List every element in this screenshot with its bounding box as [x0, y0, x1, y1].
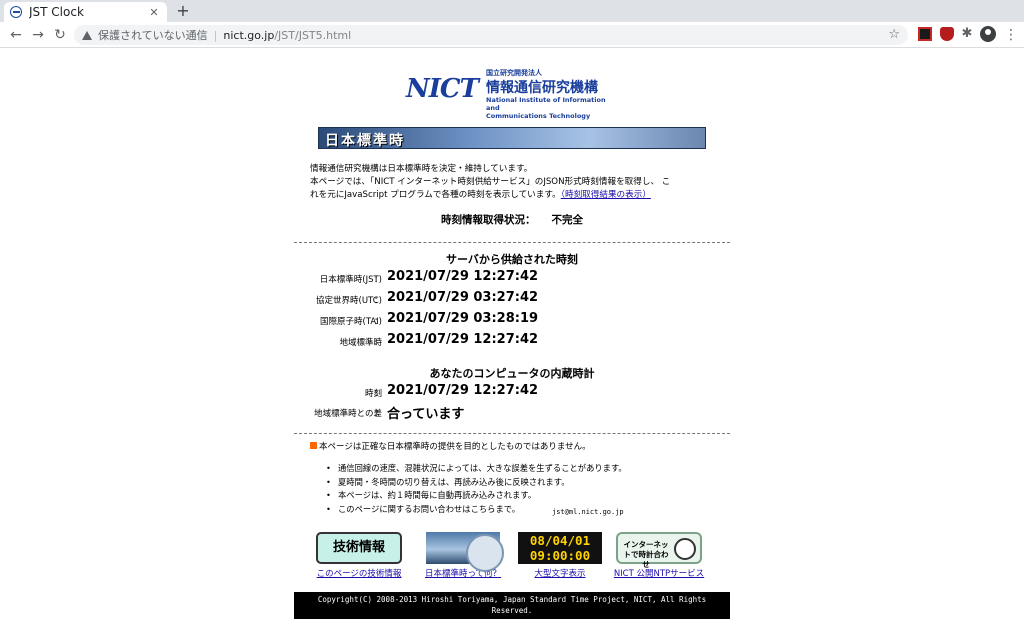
forward-button[interactable]: → [28, 25, 48, 45]
reload-button[interactable]: ↻ [50, 25, 70, 45]
what-is-jst-caption[interactable]: 日本標準時って何？ [415, 567, 511, 579]
utc-value: 2021/07/29 03:27:42 [387, 290, 539, 305]
local-standard-row: 地域標準時 ： 2021/07/29 12:27:42 [339, 332, 539, 348]
tech-info-caption[interactable]: このページの技術情報 [311, 567, 407, 579]
server-time-title: サーバから供給された時刻 [446, 253, 578, 266]
large-display-link[interactable]: 08/04/01 09:00:00 大型文字表示 [512, 532, 608, 579]
fetch-status-label: 時刻情報取得状況： [441, 214, 536, 226]
bookmark-star-icon[interactable]: ☆ [888, 25, 900, 45]
ntp-image[interactable]: インターネットで時計合わせ [616, 532, 702, 569]
large-display-caption[interactable]: 大型文字表示 [512, 567, 608, 579]
nict-logo: NICT 国立研究開発法人 情報通信研究機構 National Institut… [406, 68, 616, 120]
close-tab-icon[interactable]: ✕ [147, 6, 161, 19]
jst-value: 2021/07/29 12:27:42 [387, 269, 539, 284]
tai-row: 国際原子時(TAI) ： 2021/07/29 03:28:19 [320, 311, 539, 327]
logo-org-name: 情報通信研究機構 [486, 80, 598, 96]
tab-strip: JST Clock ✕ + [0, 0, 1024, 22]
offset-value: 合っています [387, 407, 465, 422]
logo-org-english: National Institute of Information and Co… [486, 96, 606, 120]
utc-row: 協定世界時(UTC) ： 2021/07/29 03:27:42 [316, 290, 539, 306]
divider [294, 433, 730, 434]
page-title: 日本標準時 [325, 133, 405, 149]
copyright-footer: Copyright(C) 2008-2013 Hiroshi Toriyama,… [294, 592, 730, 619]
computer-clock-title: あなたのコンピュータの内蔵時計 [429, 367, 595, 380]
fetch-result-link[interactable]: （時刻取得結果の表示） [561, 190, 651, 200]
local-standard-value: 2021/07/29 12:27:42 [387, 332, 539, 347]
security-label[interactable]: 保護されていない通信 [98, 27, 208, 43]
list-item: 通信回線の速度、混雑状況によっては、大きな誤差を生ずることがあります。 [324, 462, 627, 476]
what-is-jst-link[interactable]: 日本標準時って何？ [415, 532, 511, 579]
fetch-status-value: 不完全 [551, 214, 584, 226]
browser-menu-icon[interactable]: ⋮ [1004, 25, 1018, 45]
new-tab-button[interactable]: + [174, 2, 192, 20]
back-button[interactable]: ← [6, 25, 26, 45]
logo-mark: NICT [406, 74, 479, 104]
extension-1-icon[interactable] [918, 27, 932, 41]
tech-info-link[interactable]: 技術情報 このページの技術情報 [311, 532, 407, 579]
tech-info-image[interactable]: 技術情報 [316, 532, 402, 564]
disclaimer: 本ページは正確な日本標準時の提供を目的としたものではありません。 [310, 440, 591, 452]
url-path: /JST/JST5.html [274, 28, 352, 42]
fetch-status: 時刻情報取得状況： 不完全 [294, 212, 730, 227]
list-item: 本ページは、約１時間毎に自動再読み込みされます。 [324, 489, 627, 503]
ntp-service-link[interactable]: インターネットで時計合わせ NICT 公開NTPサービス [611, 532, 707, 579]
tab-jst-clock[interactable]: JST Clock ✕ [4, 2, 167, 22]
title-banner: 日本標準時 [318, 127, 706, 149]
page-content: NICT 国立研究開発法人 情報通信研究機構 National Institut… [294, 48, 730, 640]
list-item: 夏時間・冬時間の切り替えは、再読み込み後に反映されます。 [324, 476, 627, 490]
url-host: nict.go.jp [223, 28, 275, 42]
contact-email: jst@ml.nict.go.jp [552, 508, 624, 516]
address-separator: | [213, 28, 218, 42]
tab-title: JST Clock [29, 5, 84, 19]
computer-time-row: 時刻 ： 2021/07/29 12:27:42 [364, 383, 539, 399]
tai-value: 2021/07/29 03:28:19 [387, 311, 539, 326]
divider [294, 242, 730, 243]
ntp-service-caption[interactable]: NICT 公開NTPサービス [611, 567, 707, 579]
ublock-shield-icon[interactable] [940, 27, 954, 41]
extensions-puzzle-icon[interactable]: ✱ [960, 27, 974, 41]
clock-icon [674, 538, 696, 560]
clock-photo-image[interactable] [426, 532, 504, 572]
intro-text: 情報通信研究機構は日本標準時を決定・維持しています。 本ページでは、「NICT … [310, 164, 671, 200]
computer-time-value: 2021/07/29 12:27:42 [387, 383, 539, 398]
profile-avatar[interactable] [980, 26, 996, 42]
address-bar[interactable]: 保護されていない通信 | nict.go.jp /JST/JST5.html ☆ [74, 25, 908, 45]
nict-favicon-icon [10, 6, 22, 18]
digital-clock-image[interactable]: 08/04/01 09:00:00 [518, 532, 602, 564]
link-buttons: 技術情報 このページの技術情報 日本標準時って何？ 08/04/01 09:00… [294, 532, 730, 579]
browser-toolbar: ← → ↻ 保護されていない通信 | nict.go.jp /JST/JST5.… [0, 22, 1024, 48]
orange-square-icon [310, 442, 317, 449]
warning-icon[interactable] [82, 30, 92, 40]
jst-row: 日本標準時(JST) ： 2021/07/29 12:27:42 [319, 269, 539, 285]
offset-row: 地域標準時との差 ： 合っています [294, 403, 730, 422]
